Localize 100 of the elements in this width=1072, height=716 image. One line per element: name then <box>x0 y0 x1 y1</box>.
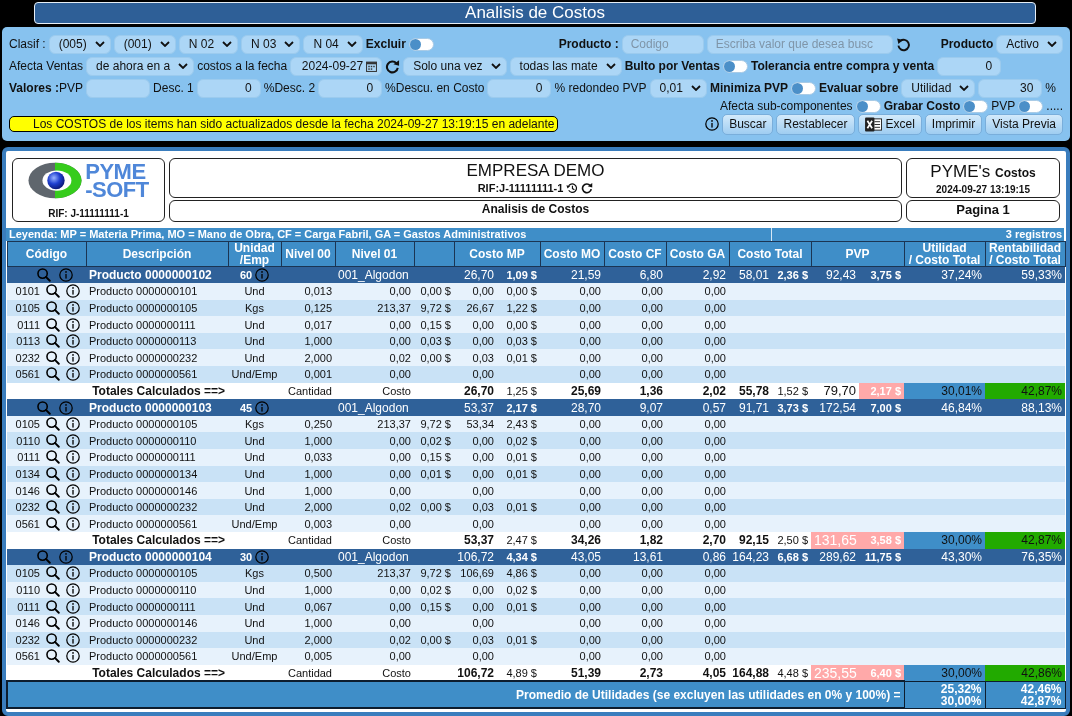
info-icon[interactable] <box>66 649 80 664</box>
input-field[interactable]: 0 <box>937 56 1002 76</box>
info-icon[interactable] <box>66 367 80 382</box>
toolbar-button[interactable]: Buscar <box>722 113 774 135</box>
table-cell: 0,00 <box>540 648 604 665</box>
toggle-switch[interactable] <box>722 59 748 73</box>
input-field[interactable]: Codigo <box>621 34 704 54</box>
table-cell: 6,68 $ <box>772 548 811 566</box>
input-field[interactable]: Escriba valor que desea busc <box>706 34 893 54</box>
info-icon[interactable] <box>66 450 80 465</box>
search-icon[interactable] <box>46 566 60 581</box>
info-icon[interactable] <box>66 632 80 647</box>
search-icon[interactable] <box>46 632 60 647</box>
search-icon[interactable] <box>46 599 60 614</box>
info-icon[interactable] <box>66 433 80 448</box>
toggle-switch[interactable] <box>408 37 434 51</box>
table-cell: 0,00 <box>604 482 666 499</box>
field-label: Excluir <box>365 37 406 51</box>
search-icon[interactable] <box>46 583 60 598</box>
table-cell: 0,00 <box>335 515 414 532</box>
info-icon[interactable] <box>66 284 80 299</box>
dropdown[interactable]: todas las mate <box>509 56 622 76</box>
info-icon[interactable] <box>66 599 80 614</box>
table-cell: Und <box>228 349 281 367</box>
info-icon[interactable] <box>66 417 80 432</box>
chevron-down-icon <box>159 41 170 47</box>
info-icon[interactable] <box>66 317 80 332</box>
search-icon[interactable] <box>46 616 60 631</box>
search-icon[interactable] <box>46 516 60 531</box>
dropdown[interactable]: de ahora en a <box>86 56 195 76</box>
toolbar-button[interactable]: Restablecer <box>776 113 855 135</box>
input-field[interactable]: 0 <box>487 78 552 98</box>
calendar-icon[interactable] <box>366 60 378 72</box>
refresh-icon[interactable] <box>581 182 594 194</box>
dropdown[interactable]: Utilidad <box>901 78 976 98</box>
search-icon[interactable] <box>46 317 60 332</box>
info-icon[interactable] <box>705 117 720 131</box>
table-cell: 92,15 <box>729 532 772 549</box>
dropdown[interactable]: (001) <box>113 34 176 54</box>
input-field[interactable] <box>86 78 151 98</box>
item-code: 0111 <box>17 317 40 332</box>
search-icon[interactable] <box>46 450 60 465</box>
toggle-switch[interactable] <box>1018 99 1044 113</box>
refresh-icon[interactable] <box>385 58 401 74</box>
toggle-switch[interactable] <box>790 81 816 95</box>
info-icon[interactable] <box>66 483 80 498</box>
search-icon[interactable] <box>46 433 60 448</box>
input-field[interactable]: 0 <box>318 78 383 98</box>
dropdown[interactable]: N 03 <box>241 34 301 54</box>
table-cell: Producto 0000000104 <box>86 548 228 566</box>
table-cell: 0,00 <box>604 349 666 367</box>
dropdown[interactable]: Activo <box>996 34 1063 54</box>
toggle-switch[interactable] <box>963 99 989 113</box>
reset-icon[interactable] <box>895 36 911 52</box>
item-code: 0561 <box>15 516 40 531</box>
table-cell: 46,84% <box>904 399 986 416</box>
info-icon[interactable] <box>66 500 80 515</box>
search-icon[interactable] <box>46 649 60 664</box>
info-icon[interactable] <box>66 516 80 531</box>
search-icon[interactable] <box>46 334 60 349</box>
input-field[interactable]: 0 <box>196 78 261 98</box>
export-button[interactable]: Excel <box>857 113 922 135</box>
column-header: PVP <box>811 241 905 267</box>
info-icon[interactable] <box>66 334 80 349</box>
table-cell: 001_Algodon <box>335 548 414 566</box>
field-label: Minimiza PVP <box>709 81 788 95</box>
info-icon[interactable] <box>66 466 80 481</box>
info-icon[interactable] <box>66 350 80 365</box>
search-icon[interactable] <box>46 284 60 299</box>
search-icon[interactable] <box>46 500 60 515</box>
date-field[interactable]: 2024-09-27 <box>290 56 383 76</box>
dropdown[interactable]: 0,01 <box>649 78 707 98</box>
toggle-switch[interactable] <box>855 99 881 113</box>
table-cell: 0,00 <box>604 432 666 450</box>
input-field[interactable]: 30 <box>978 78 1043 98</box>
search-icon[interactable] <box>46 301 60 315</box>
table-cell: 172,54 <box>811 399 859 416</box>
table-cell: 53,37 <box>454 399 497 416</box>
dropdown[interactable]: Solo una vez <box>403 56 507 76</box>
search-icon[interactable] <box>46 367 60 382</box>
search-icon[interactable] <box>46 466 60 481</box>
search-icon[interactable] <box>46 350 60 365</box>
info-icon[interactable] <box>66 301 80 315</box>
info-icon[interactable] <box>66 583 80 598</box>
table-cell: 0,00 <box>454 515 497 532</box>
search-icon[interactable] <box>46 417 60 432</box>
table-cell: 164,23 <box>729 548 772 566</box>
dropdown[interactable]: N 04 <box>303 34 363 54</box>
info-icon[interactable] <box>66 566 80 581</box>
item-code: 0146 <box>15 483 40 498</box>
dropdown[interactable]: N 02 <box>178 34 239 54</box>
table-cell: 1,82 <box>604 532 666 549</box>
dropdown[interactable]: (005) <box>48 34 111 54</box>
search-icon[interactable] <box>46 483 60 498</box>
info-icon[interactable] <box>66 616 80 631</box>
history-icon[interactable] <box>566 182 579 194</box>
toolbar-button[interactable]: Vista Previa <box>985 113 1063 135</box>
table-cell: 34,26 <box>540 532 604 549</box>
toolbar-button[interactable]: Imprimir <box>924 113 983 135</box>
chevron-down-icon <box>178 63 189 69</box>
